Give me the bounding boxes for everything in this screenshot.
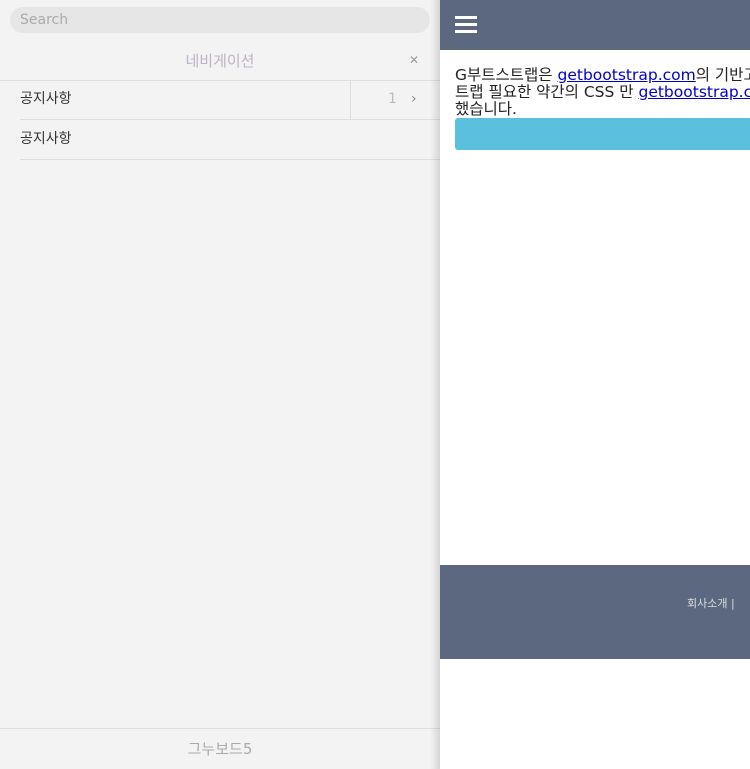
footer-link-about[interactable]: 회사소개 (687, 597, 727, 610)
search-input[interactable] (10, 7, 430, 33)
hamburger-menu-icon[interactable] (455, 16, 477, 34)
intro-text: G부트스트랩은 getbootstrap.com의 기반고 트랩 필요한 약간의… (440, 50, 750, 118)
footer: 회사소개 | (440, 565, 750, 659)
item-label: 공지사항 (20, 91, 72, 107)
nav-title: 네비게이션 (185, 52, 255, 70)
text: 했습니다. (455, 100, 517, 118)
submenu-toggle[interactable]: 1 › (350, 80, 440, 119)
main-panel: G부트스트랩은 getbootstrap.com의 기반고 트랩 필요한 약간의… (440, 0, 750, 769)
sidebar-item-notice[interactable]: 공지사항 1 › (20, 80, 440, 120)
sidebar-footer: 그누보드5 (0, 728, 440, 769)
close-icon[interactable]: ✕ (409, 53, 419, 67)
shadow (430, 0, 440, 769)
text: 의 기반고 (695, 66, 750, 84)
header (440, 0, 750, 50)
text: G부트스트랩은 (455, 66, 558, 84)
item-label: 공지사항 (20, 131, 72, 147)
chevron-right-icon: › (411, 91, 417, 107)
bootstrap-link-2[interactable]: getbootstrap.c (638, 83, 750, 101)
sidebar: 네비게이션 ✕ 공지사항 1› 공지사항 그누보드5 (0, 0, 440, 769)
bootstrap-link[interactable]: getbootstrap.com (558, 66, 696, 84)
text: 트랩 필요한 약간의 CSS 만 (455, 83, 639, 101)
info-bar (455, 118, 750, 150)
separator: | (727, 597, 735, 610)
item-count: 1 (388, 91, 397, 107)
sidebar-item-notice-2[interactable]: 공지사항 (20, 120, 440, 160)
